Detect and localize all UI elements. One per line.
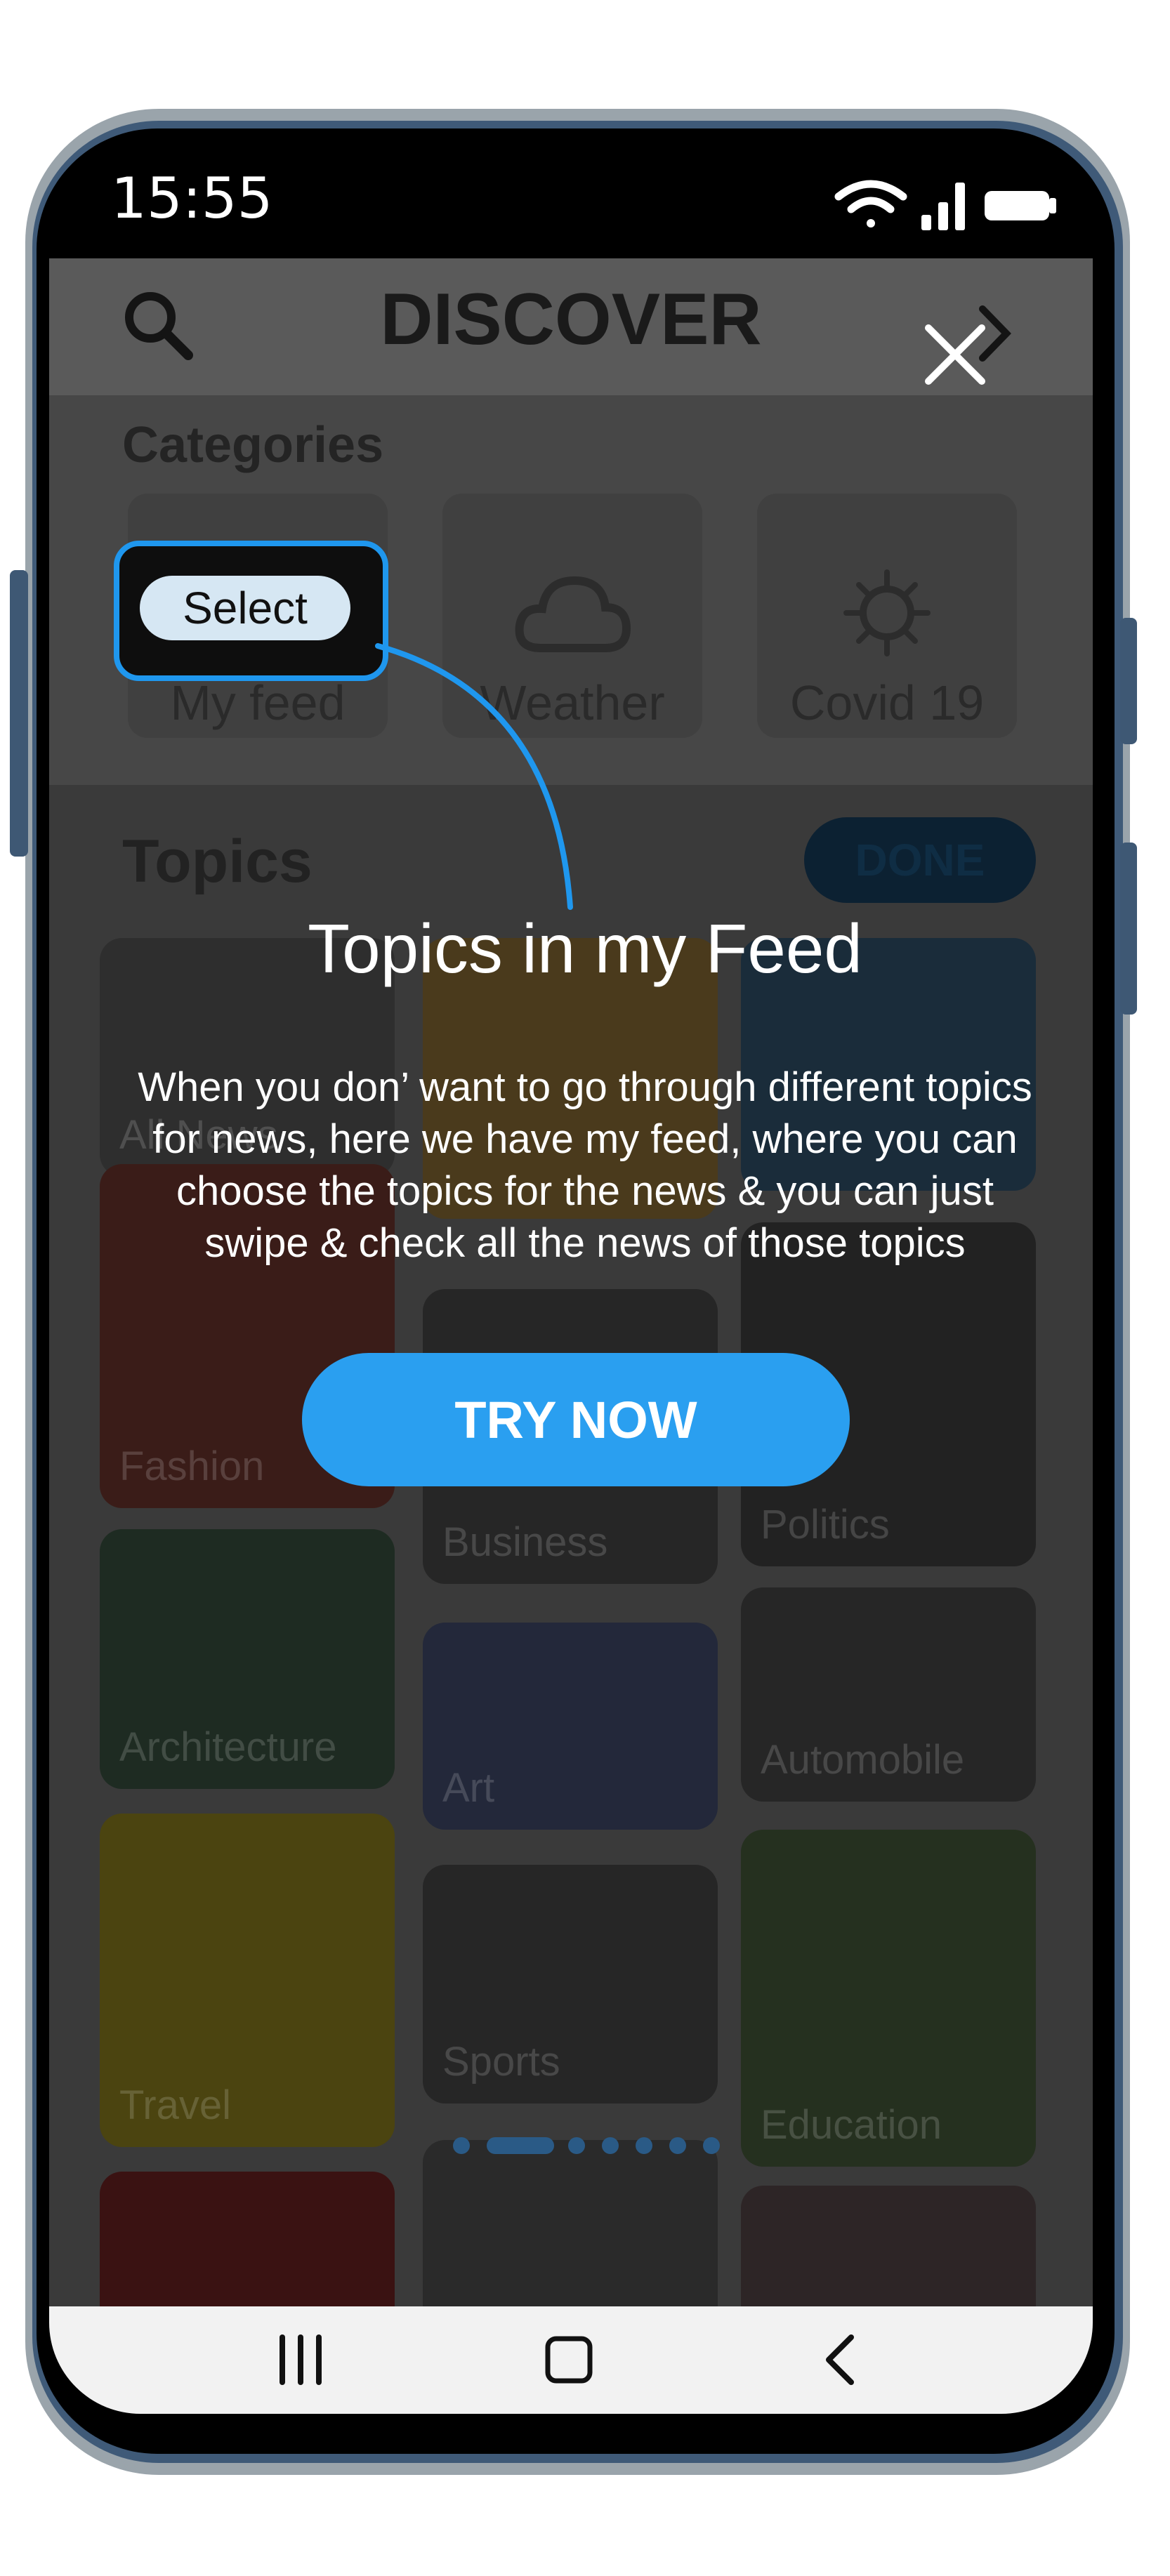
topic-tile-automobile[interactable]: Automobile	[741, 1587, 1036, 1802]
topic-tile-travel[interactable]: Travel	[100, 1814, 395, 2147]
wifi-icon	[834, 180, 907, 227]
category-weather[interactable]: Weather	[442, 494, 702, 738]
signal-icon	[921, 183, 965, 230]
status-icons	[834, 180, 1056, 230]
power-button	[1120, 618, 1137, 744]
page-dot-active	[487, 2137, 554, 2154]
recent-apps-icon[interactable]	[272, 2332, 329, 2388]
topic-tile[interactable]	[741, 2186, 1036, 2306]
topic-label: Sports	[442, 2039, 560, 2085]
topic-tile[interactable]	[423, 2140, 718, 2306]
home-icon[interactable]	[541, 2332, 597, 2388]
page-indicator	[453, 2137, 720, 2154]
page-dot	[453, 2137, 470, 2154]
done-button[interactable]: DONE	[804, 817, 1036, 903]
back-icon[interactable]	[815, 2332, 871, 2388]
topic-label: Architecture	[119, 1724, 337, 1770]
category-label: My feed	[170, 675, 346, 730]
topic-label: Politics	[761, 1502, 890, 1547]
topic-label: Fashion	[119, 1444, 265, 1489]
select-chip[interactable]: Select	[140, 576, 350, 640]
coach-mark-title: Topics in my Feed	[308, 910, 862, 987]
topic-tile-education[interactable]: Education	[741, 1830, 1036, 2167]
volume-button	[10, 570, 28, 857]
topic-label: Automobile	[761, 1737, 965, 1783]
close-icon[interactable]	[920, 319, 990, 390]
topic-tile-art[interactable]: Art	[423, 1623, 718, 1830]
topic-tile-sports[interactable]: Sports	[423, 1865, 718, 2103]
topic-label: Education	[761, 2102, 942, 2148]
category-covid-19[interactable]: Covid 19	[757, 494, 1017, 738]
topic-tile[interactable]	[100, 2172, 395, 2306]
topic-label: Art	[442, 1765, 495, 1811]
system-navigation-bar	[49, 2306, 1093, 2414]
topic-tile-architecture[interactable]: Architecture	[100, 1529, 395, 1789]
virus-icon	[843, 569, 931, 656]
try-now-button[interactable]: TRY NOW	[302, 1353, 850, 1486]
categories-title: Categories	[122, 417, 384, 473]
topic-label: Business	[442, 1519, 608, 1565]
topic-label: Travel	[119, 2082, 231, 2128]
page-dot	[636, 2137, 652, 2154]
page-dot	[568, 2137, 585, 2154]
coach-mark-description: When you don’ want to go through differe…	[138, 1064, 1032, 1266]
category-label: Covid 19	[789, 675, 985, 730]
category-label: Weather	[480, 675, 665, 730]
cloud-icon	[515, 576, 631, 652]
status-time: 15:55	[111, 166, 273, 231]
page-dot	[602, 2137, 619, 2154]
topics-title: Topics	[122, 828, 313, 895]
page-dot	[703, 2137, 720, 2154]
battery-icon	[985, 191, 1056, 220]
page-dot	[669, 2137, 686, 2154]
